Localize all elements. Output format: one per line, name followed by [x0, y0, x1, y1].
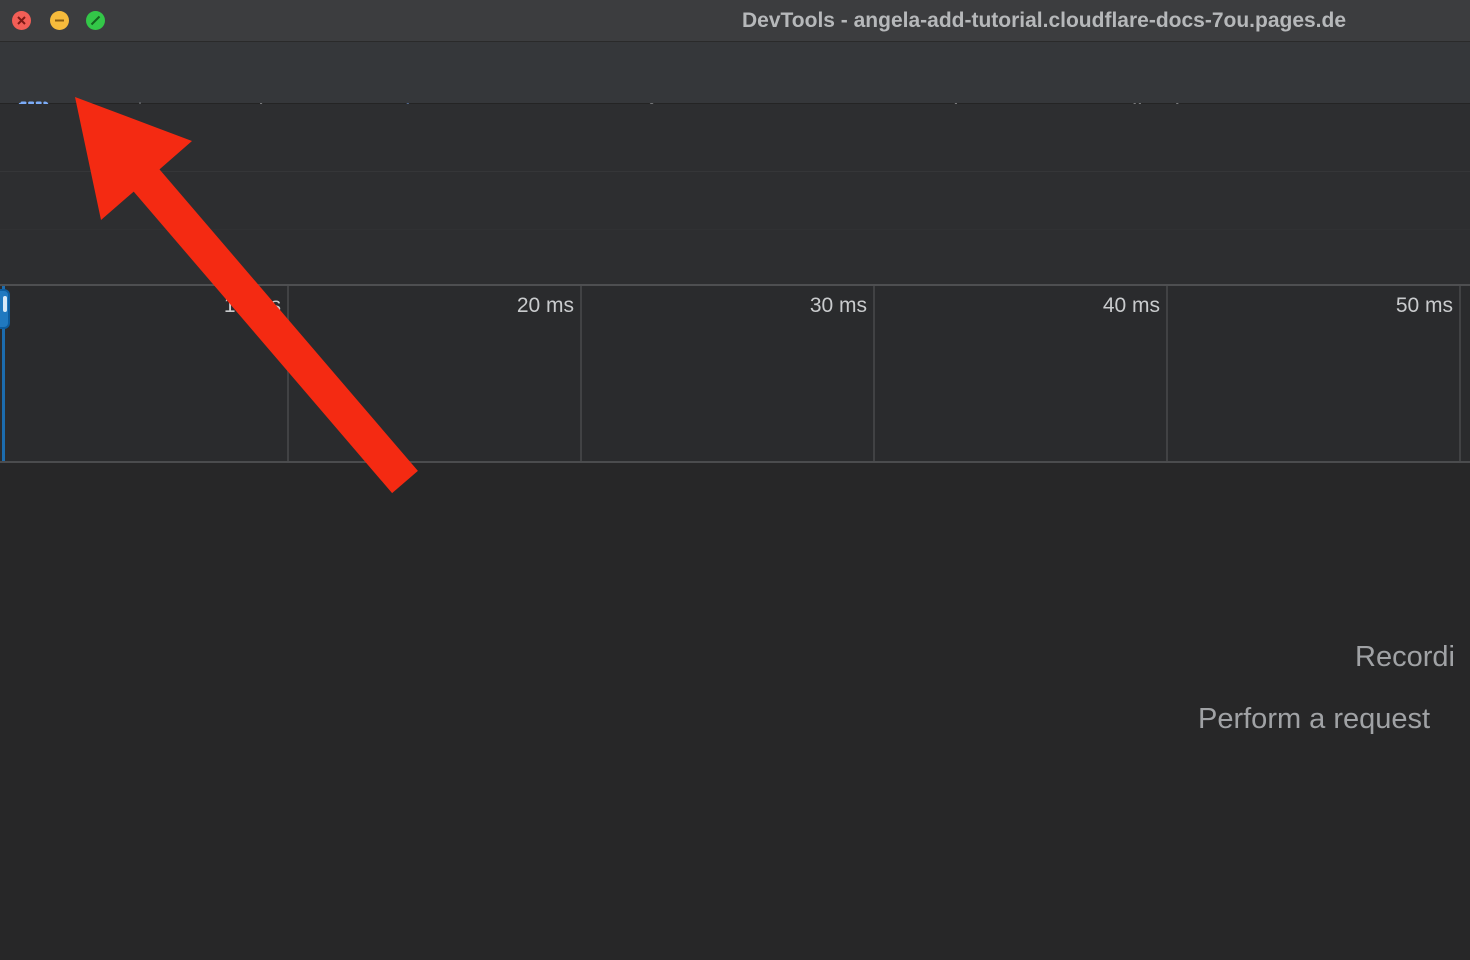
titlebar: DevTools - angela-add-tutorial.cloudflar… — [0, 0, 1470, 42]
timeline-gridline — [873, 286, 875, 461]
timeline-gridline — [580, 286, 582, 461]
devtools-tabbar: Console Network Sources Performance Memo… — [0, 42, 1470, 104]
timeline-tick-label: 40 ms — [879, 294, 1160, 318]
close-window-icon[interactable] — [12, 11, 31, 30]
network-toolbar: Preserve log Disable cache No throttling… — [0, 104, 1470, 172]
network-filter-bar-row2: Blocked requests 3rd-party requests — [0, 230, 1470, 284]
timeline-tick-label: 50 ms — [1172, 294, 1453, 318]
timeline-tick-label: 20 ms — [293, 294, 574, 318]
network-overview-timeline[interactable]: 10 ms 20 ms 30 ms 40 ms 50 ms — [0, 284, 1470, 463]
timeline-gridline — [1459, 286, 1461, 461]
devtools-window: DevTools - angela-add-tutorial.cloudflar… — [0, 0, 1470, 960]
network-filter-bar: Invert Hide data URLs Hide extension URL… — [0, 172, 1470, 230]
timeline-tick-label: 30 ms — [586, 294, 867, 318]
overview-resize-handle[interactable] — [0, 289, 10, 329]
timeline-gridline — [287, 286, 289, 461]
timeline-gridline — [1166, 286, 1168, 461]
window-title: DevTools - angela-add-tutorial.cloudflar… — [742, 0, 1346, 42]
minimize-window-icon[interactable] — [50, 11, 69, 30]
empty-state-recording-text: Recordi — [1355, 641, 1455, 674]
empty-state-hint-text: Perform a request — [1198, 703, 1430, 736]
zoom-window-icon[interactable] — [86, 11, 105, 30]
timeline-tick-label: 10 ms — [0, 294, 281, 318]
